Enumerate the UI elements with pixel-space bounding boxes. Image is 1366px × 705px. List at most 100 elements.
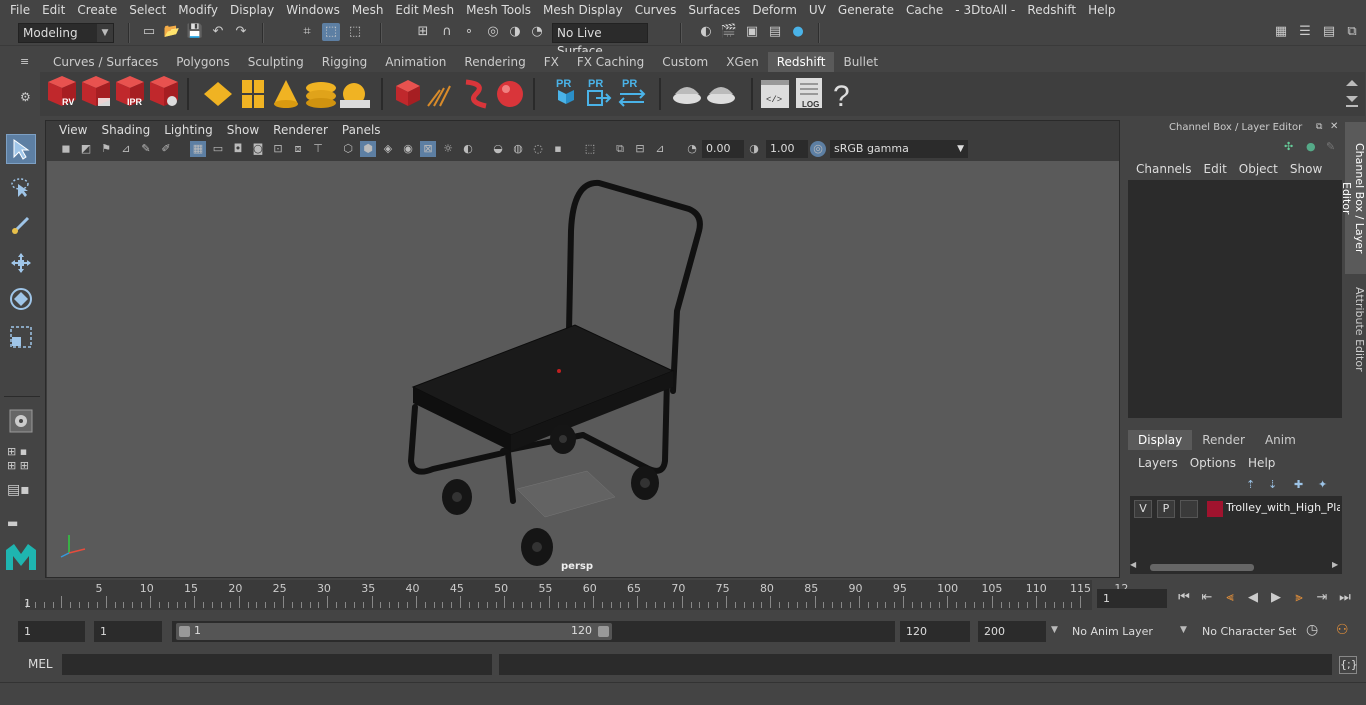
redshift-hair-icon[interactable]	[427, 85, 451, 107]
redshift-mesh-icon[interactable]	[242, 80, 264, 108]
snap-live-icon[interactable]: ◔	[528, 23, 546, 41]
grease-pencil-icon[interactable]: ✎	[138, 141, 154, 157]
safe-action-icon[interactable]: ⧈	[290, 141, 306, 157]
attribute-icon[interactable]: ▤	[1320, 23, 1338, 41]
depth-of-field-icon[interactable]: ▪	[550, 141, 566, 157]
shelf-tab-bullet[interactable]: Bullet	[834, 52, 888, 72]
menu-redshift[interactable]: Redshift	[1021, 3, 1082, 17]
textured-icon[interactable]: ◉	[400, 141, 416, 157]
smooth-shade-icon[interactable]: ⬢	[360, 141, 376, 157]
layer-tab-render[interactable]: Render	[1192, 430, 1255, 450]
ipr-render-icon[interactable]: ▣	[743, 23, 761, 41]
play-backwards-icon[interactable]: ◀	[1244, 589, 1262, 607]
redshift-volume-icon[interactable]	[396, 80, 420, 106]
use-lights-icon[interactable]: ☼	[440, 141, 456, 157]
script-editor-button-icon[interactable]: {;}	[1339, 656, 1358, 674]
redshift-render-icon[interactable]	[82, 76, 110, 106]
gamma-icon[interactable]: ◑	[746, 141, 762, 157]
select-object-icon[interactable]: ⬚	[322, 23, 340, 41]
manipulator-icon[interactable]: ●	[1306, 140, 1320, 154]
step-back-frame-icon[interactable]: ⫷	[1221, 589, 1239, 607]
viewport-menu-renderer[interactable]: Renderer	[266, 123, 335, 137]
2d-pan-icon[interactable]: ✐	[158, 141, 174, 157]
workspace-icon[interactable]: ▦	[1272, 23, 1290, 41]
gate-mask-icon[interactable]: ◙	[250, 141, 266, 157]
wireframe-icon[interactable]: ⬡	[340, 141, 356, 157]
open-scene-icon[interactable]: 📂	[163, 23, 181, 41]
range-slider-bar[interactable]: 1 120	[176, 623, 612, 640]
current-frame-field[interactable]: 1	[1097, 589, 1167, 608]
float-panel-icon[interactable]: ⧉	[1316, 122, 1326, 132]
gamma-field[interactable]: 1.00	[766, 140, 808, 158]
select-tool-icon[interactable]	[6, 134, 36, 164]
menu-surfaces[interactable]: Surfaces	[682, 3, 746, 17]
menu-3dtoall[interactable]: - 3DtoAll -	[949, 3, 1021, 17]
menu-mesh-display[interactable]: Mesh Display	[537, 3, 629, 17]
render-settings-icon[interactable]: ◐	[697, 23, 715, 41]
channelbox-icon[interactable]: ⧉	[1343, 23, 1361, 41]
menu-help[interactable]: Help	[1082, 3, 1121, 17]
shelf-settings-icon[interactable]: ⚙	[20, 90, 36, 106]
move-tool-icon[interactable]	[6, 248, 36, 278]
hypershade-icon[interactable]: ●	[789, 23, 807, 41]
command-language-label[interactable]: MEL	[20, 653, 60, 675]
layout-icon[interactable]: ☰	[1296, 23, 1314, 41]
new-layer-selected-icon[interactable]: ✦	[1318, 478, 1334, 492]
shelf-tab-animation[interactable]: Animation	[376, 52, 456, 72]
playback-end-field[interactable]: 120	[900, 621, 970, 642]
snap-surface-icon[interactable]: ◑	[506, 23, 524, 41]
menu-select[interactable]: Select	[123, 3, 172, 17]
help-icon[interactable]: ?	[833, 80, 850, 113]
bookmark-icon[interactable]: ⚑	[98, 141, 114, 157]
select-hierarchy-icon[interactable]: ⌗	[298, 23, 316, 41]
menu-deform[interactable]: Deform	[746, 3, 803, 17]
layer-playback-toggle[interactable]: P	[1157, 500, 1175, 518]
layer-tab-display[interactable]: Display	[1128, 430, 1193, 450]
time-slider[interactable]: 5 10 15 20 25 30 35 40 45 50 55 60 65 70 75 80 85 90 95 100…	[20, 580, 1128, 610]
shelf-tab-rigging[interactable]: Rigging	[312, 52, 377, 72]
redshift-shader-icon[interactable]	[465, 79, 487, 109]
layer-menu-help[interactable]: Help	[1242, 456, 1281, 470]
shelf-tab-fx-caching[interactable]: FX Caching	[567, 52, 654, 72]
pr-sync-icon[interactable]: PR	[618, 78, 646, 107]
shelf-tab-polygons[interactable]: Polygons	[167, 52, 239, 72]
snap-grid-icon[interactable]: ⊞	[414, 23, 432, 41]
redshift-settings-icon[interactable]	[150, 76, 178, 106]
exposure-field[interactable]: 0.00	[702, 140, 744, 158]
step-forward-key-icon[interactable]: ⇥	[1313, 589, 1331, 607]
shelf-menu-icon[interactable]: ≡	[20, 55, 36, 69]
lasso-tool-icon[interactable]	[6, 172, 36, 202]
render-sequence-icon[interactable]: ▤	[766, 23, 784, 41]
play-forwards-icon[interactable]: ▶	[1267, 589, 1285, 607]
undo-icon[interactable]: ↶	[209, 23, 227, 41]
live-surface-field[interactable]: No Live Surface	[552, 23, 648, 58]
channel-box-area[interactable]	[1128, 180, 1342, 418]
range-handle-start[interactable]	[179, 626, 190, 637]
resolution-gate-icon[interactable]: ◘	[230, 141, 246, 157]
pr-import-icon[interactable]: PR	[556, 78, 574, 104]
color-management-icon[interactable]: ◎	[810, 141, 826, 157]
layer-name[interactable]: Trolley_with_High_Platform	[1226, 501, 1340, 514]
step-forward-frame-icon[interactable]: ⫸	[1290, 589, 1308, 607]
anim-layer-dropdown[interactable]: No Anim Layer	[1066, 621, 1172, 642]
axis-toggle-icon[interactable]: ✣	[1284, 140, 1298, 154]
viewport-menu-lighting[interactable]: Lighting	[157, 123, 220, 137]
redshift-dome-icon[interactable]	[306, 82, 336, 108]
menu-edit[interactable]: Edit	[36, 3, 71, 17]
menu-modify[interactable]: Modify	[172, 3, 224, 17]
save-scene-icon[interactable]: 💾	[186, 23, 204, 41]
close-icon[interactable]: ✕	[1330, 121, 1340, 132]
redo-icon[interactable]: ↷	[232, 23, 250, 41]
animation-prefs-icon[interactable]: ⚇	[1336, 622, 1356, 642]
redshift-light-icon[interactable]	[274, 80, 298, 108]
redshift-material-icon[interactable]	[497, 81, 523, 107]
move-layer-down-icon[interactable]: ⇣	[1268, 478, 1284, 492]
menu-generate[interactable]: Generate	[832, 3, 900, 17]
shelf-tab-custom[interactable]: Custom	[653, 52, 718, 72]
mode-selector[interactable]: Modeling ▼	[18, 23, 114, 43]
camera-select-icon[interactable]: ◼	[58, 141, 74, 157]
camera-attr-icon[interactable]: ◩	[78, 141, 94, 157]
grid-icon[interactable]: ▦	[190, 141, 206, 157]
xray-joints-icon[interactable]: ⧉	[612, 141, 628, 157]
xray-active-icon[interactable]: ⊟	[632, 141, 648, 157]
